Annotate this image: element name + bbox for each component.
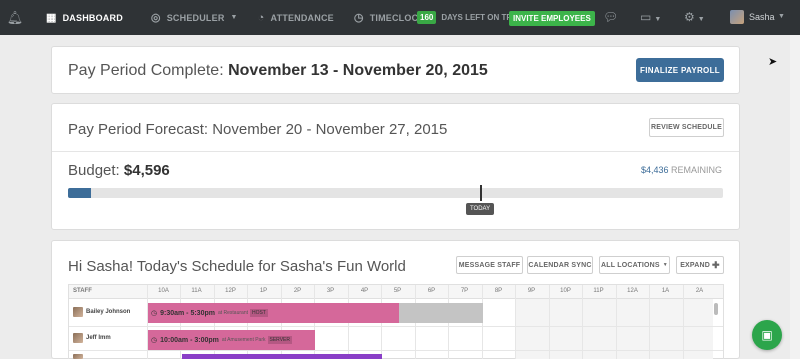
timeclock-icon: ◷ [353, 12, 364, 24]
dashboard-icon: ▦ [46, 12, 57, 24]
trial-days-badge: 160 [417, 11, 437, 24]
hour-label: 6P [427, 288, 436, 294]
chevron-down-icon: ▼ [662, 262, 668, 268]
chevron-down-icon[interactable]: ▼ [778, 13, 785, 20]
staff-column-header: STAFF [73, 288, 92, 294]
hour-label: 8P [494, 288, 503, 294]
scrollbar-thumb[interactable] [714, 303, 718, 315]
hour-label: 9P [527, 288, 536, 294]
hour-label: 4P [360, 288, 369, 294]
clock-icon: ◷ [151, 310, 158, 317]
avatar [73, 333, 83, 343]
nav-scheduler[interactable]: ◎ SCHEDULER ▼ [141, 0, 248, 35]
budget-value: $4,596 [123, 162, 170, 179]
finalize-payroll-button[interactable]: FINALIZE PAYROLL [636, 58, 724, 82]
hour-label: 10A [158, 288, 169, 294]
hour-label: 3P [326, 288, 335, 294]
gear-icon[interactable]: ⚙ ▼ [684, 10, 705, 24]
shift-position: SERVER [267, 336, 292, 344]
invite-employees-button[interactable]: INVITE EMPLOYEES [509, 11, 595, 26]
scheduler-icon: ◎ [150, 12, 161, 24]
plus-icon: ✚ [712, 259, 720, 270]
remaining-label: REMAINING [670, 165, 722, 175]
expand-button[interactable]: EXPAND ✚ [676, 256, 724, 274]
shift-position: HOST [250, 309, 268, 317]
shift-time: 10:00am - 3:00pm [160, 336, 219, 344]
pay-period-forecast-card: Pay Period Forecast: November 20 - Novem… [51, 103, 740, 230]
hour-label: 1A [661, 288, 670, 294]
inbox-icon: ▣ [761, 328, 773, 342]
todays-schedule-card: Hi Sasha! Today's Schedule for Sasha's F… [51, 240, 740, 359]
chevron-down-icon: ▼ [230, 14, 238, 21]
notifications-bell-icon[interactable]: 🔔︎ [0, 0, 30, 35]
calendar-sync-button[interactable]: CALENDAR SYNC [527, 256, 593, 274]
inbox-icon[interactable]: ▭ ▼ [640, 10, 661, 24]
shift-overflow-block[interactable] [399, 303, 483, 323]
schedule-title: Hi Sasha! Today's Schedule for Sasha's F… [68, 258, 406, 275]
shift-location: at Amusement Park [221, 337, 266, 343]
hour-label: 5P [393, 288, 402, 294]
today-marker [480, 185, 482, 201]
nav-scheduler-label: SCHEDULER [166, 12, 225, 23]
clock-icon: ◷ [151, 337, 158, 344]
hour-label: 2A [695, 288, 704, 294]
hour-label: 1P [259, 288, 268, 294]
hour-label: 7P [460, 288, 469, 294]
shift-block[interactable]: ◷ 10:00am - 3:00pm at Amusement Park SER… [148, 330, 315, 350]
hour-label: 11A [191, 288, 202, 294]
avatar [73, 354, 83, 359]
today-label: TODAY [466, 203, 495, 215]
user-name[interactable]: Sasha [749, 12, 775, 22]
page-scrollbar[interactable] [790, 35, 800, 359]
shift-block[interactable] [182, 354, 382, 359]
divider [52, 151, 739, 152]
pay-period-complete-range: November 13 - November 20, 2015 [228, 62, 488, 79]
staff-name[interactable]: Jeff Imm [86, 335, 111, 341]
remaining-amount: $4,436 [640, 165, 669, 175]
hour-label: 12A [627, 288, 638, 294]
pay-period-complete-card: Pay Period Complete: November 13 - Novem… [51, 46, 740, 94]
inbox-fab-button[interactable]: ▣ [752, 320, 782, 350]
user-avatar[interactable] [730, 10, 744, 24]
nav-dashboard[interactable]: ▦ DASHBOARD [36, 0, 133, 35]
expand-label: EXPAND [680, 261, 711, 269]
hour-label: 11P [593, 288, 604, 294]
hour-label: 2P [293, 288, 302, 294]
shift-time: 9:30am - 5:30pm [160, 309, 215, 317]
chat-icon[interactable]: 💬︎ [603, 10, 618, 24]
budget-progress-fill [68, 188, 91, 198]
budget-progress-bar [68, 188, 723, 198]
shift-location: at Restaurant [217, 310, 248, 316]
mouse-cursor-icon: ➤ [768, 56, 778, 68]
budget-label: Budget: $4,596 [68, 162, 170, 179]
hour-label: 12P [225, 288, 236, 294]
shift-block[interactable]: ◷ 9:30am - 5:30pm at Restaurant HOST [148, 303, 399, 323]
review-schedule-button[interactable]: REVIEW SCHEDULE [649, 118, 724, 137]
schedule-grid-header: STAFF 10A 11A 12P 1P 2P 3P 4P 5P 6P 7P 8… [69, 285, 723, 299]
staff-name[interactable]: Bailey Johnson [86, 309, 130, 315]
top-nav-bar: 🔔︎ ▦ DASHBOARD ◎ SCHEDULER ▼ ◔ ATTENDANC… [0, 0, 800, 35]
schedule-scrollbar[interactable] [713, 301, 719, 359]
nav-attendance-label: ATTENDANCE [270, 12, 334, 23]
nav-dashboard-label: DASHBOARD [62, 12, 123, 23]
pay-period-complete-prefix: Pay Period Complete: [68, 62, 224, 79]
budget-label-text: Budget: [68, 162, 120, 179]
message-staff-button[interactable]: MESSAGE STAFF [456, 256, 523, 274]
pay-period-forecast-title: Pay Period Forecast: November 20 - Novem… [68, 121, 448, 138]
avatar [73, 307, 83, 317]
all-locations-dropdown[interactable]: ALL LOCATIONS ▼ [599, 256, 670, 274]
hour-label: 10P [560, 288, 571, 294]
schedule-grid: STAFF 10A 11A 12P 1P 2P 3P 4P 5P 6P 7P 8… [68, 284, 724, 359]
all-locations-label: ALL LOCATIONS [601, 261, 660, 269]
nav-attendance[interactable]: ◔ ATTENDANCE [248, 0, 344, 35]
attendance-icon: ◔ [257, 11, 265, 24]
pay-period-complete-title: Pay Period Complete: November 13 - Novem… [68, 62, 488, 80]
budget-remaining: $4,436 REMAINING [641, 165, 722, 175]
